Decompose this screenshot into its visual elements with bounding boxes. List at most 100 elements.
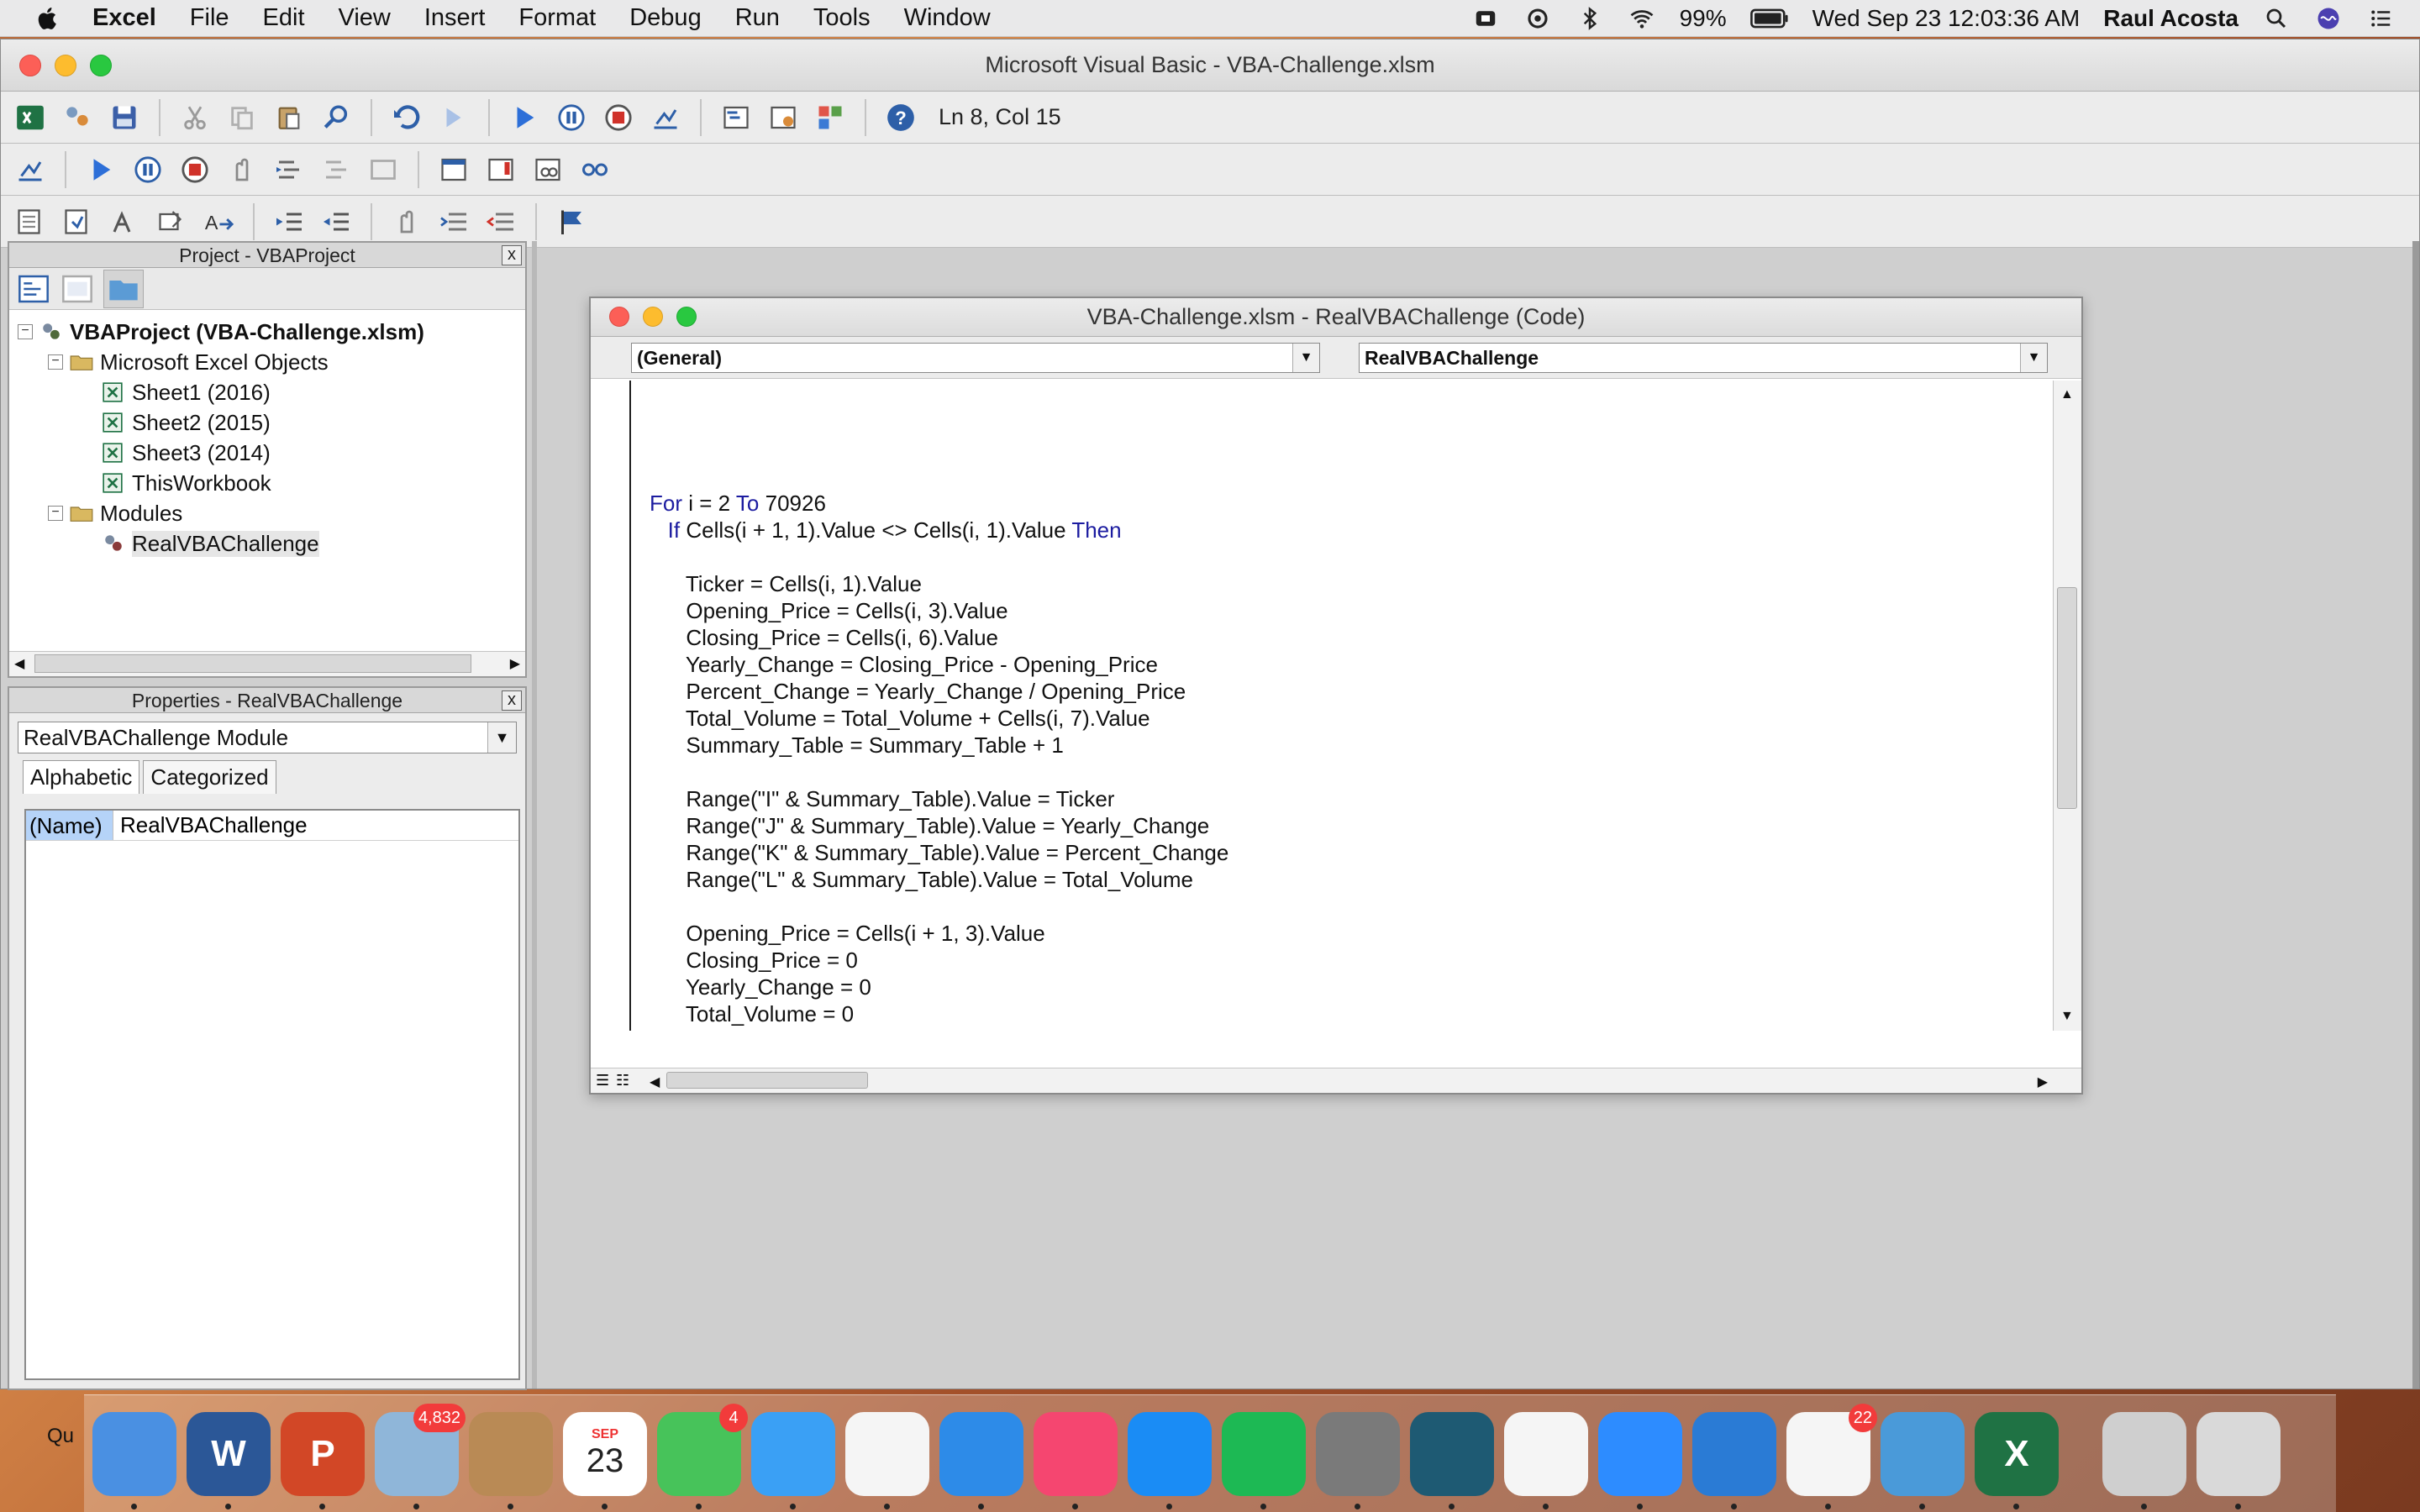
dock-messages-icon[interactable]	[751, 1411, 835, 1509]
menu-excel[interactable]: Excel	[92, 4, 156, 32]
code-text[interactable]: For i = 2 To 70926 If Cells(i + 1, 1).Va…	[650, 490, 1228, 1027]
menu-edit[interactable]: Edit	[263, 4, 305, 32]
minimize-code-window-button[interactable]	[643, 307, 663, 327]
notification-center-icon[interactable]	[2366, 6, 2395, 31]
run-icon[interactable]	[507, 100, 542, 135]
dock-word-icon[interactable]: W	[187, 1411, 271, 1509]
code-line[interactable]: Closing_Price = Cells(i, 6).Value	[650, 624, 1228, 651]
list-properties-icon[interactable]	[13, 204, 48, 239]
dock-zoom-icon[interactable]	[1598, 1411, 1682, 1509]
toggle-breakpoint-icon[interactable]	[224, 152, 260, 187]
properties-window-icon[interactable]	[765, 100, 801, 135]
sync-icon[interactable]	[1523, 6, 1552, 31]
run-icon[interactable]	[83, 152, 118, 187]
code-line[interactable]: Range("J" & Summary_Table).Value = Yearl…	[650, 812, 1228, 839]
toggle-folders-icon[interactable]	[103, 269, 144, 308]
wifi-icon[interactable]	[1628, 6, 1656, 31]
break-icon[interactable]	[130, 152, 166, 187]
code-line[interactable]: Range("K" & Summary_Table).Value = Perce…	[650, 839, 1228, 866]
scroll-left-arrow[interactable]: ◀	[14, 655, 24, 672]
bluetooth-icon[interactable]	[1576, 6, 1604, 31]
view-code-icon[interactable]	[16, 271, 51, 307]
user-name[interactable]: Raul Acosta	[2103, 5, 2238, 32]
spotlight-search-icon[interactable]	[2262, 6, 2291, 31]
dock-app-store-icon[interactable]	[1128, 1411, 1212, 1509]
tree-item-sheet2[interactable]: Sheet2 (2015)	[18, 407, 525, 438]
locals-window-icon[interactable]	[436, 152, 471, 187]
tab-categorized[interactable]: Categorized	[143, 760, 276, 794]
redo-icon[interactable]	[436, 100, 471, 135]
clock[interactable]: Wed Sep 23 12:03:36 AM	[1812, 5, 2081, 32]
scroll-up-arrow[interactable]: ▲	[2060, 387, 2074, 402]
code-line[interactable]: Yearly_Change = Closing_Price - Opening_…	[650, 651, 1228, 678]
minimize-window-button[interactable]	[55, 55, 76, 76]
code-line[interactable]	[650, 893, 1228, 920]
tab-alphabetic[interactable]: Alphabetic	[23, 760, 140, 794]
close-properties-pane-button[interactable]: x	[502, 690, 522, 711]
menu-run[interactable]: Run	[735, 4, 780, 32]
tree-item-modules[interactable]: − Modules	[18, 498, 525, 528]
menu-window[interactable]: Window	[904, 4, 991, 32]
code-line[interactable]: Yearly_Change = 0	[650, 974, 1228, 1000]
dock-excel-icon[interactable]: X	[1975, 1411, 2059, 1509]
design-mode-icon[interactable]	[13, 152, 48, 187]
paste-icon[interactable]	[271, 100, 307, 135]
apple-menu-icon[interactable]	[34, 4, 62, 33]
code-line[interactable]: Total_Volume = 0	[650, 1000, 1228, 1027]
tree-item-excel-objects[interactable]: − Microsoft Excel Objects	[18, 347, 525, 377]
menu-view[interactable]: View	[339, 4, 391, 32]
code-line[interactable]: Ticker = Cells(i, 1).Value	[650, 570, 1228, 597]
dock-slack-icon[interactable]: 22	[1786, 1403, 1877, 1509]
tree-item-realvbachallenge[interactable]: RealVBAChallenge	[18, 528, 525, 559]
code-line[interactable]	[650, 759, 1228, 785]
dock-chrome-icon[interactable]	[1504, 1411, 1588, 1509]
cut-icon[interactable]	[177, 100, 213, 135]
toggle-breakpoint-icon[interactable]	[389, 204, 424, 239]
dock-calendar-icon[interactable]: SEP 23	[563, 1411, 647, 1509]
code-line[interactable]	[650, 543, 1228, 570]
battery-icon[interactable]	[1749, 6, 1789, 31]
reset-icon[interactable]	[601, 100, 636, 135]
tree-item-sheet1[interactable]: Sheet1 (2016)	[18, 377, 525, 407]
dock-photos-icon[interactable]	[845, 1411, 929, 1509]
step-over-icon[interactable]	[318, 152, 354, 187]
list-constants-icon[interactable]	[60, 204, 95, 239]
step-into-icon[interactable]	[271, 152, 307, 187]
menu-insert[interactable]: Insert	[424, 4, 486, 32]
zoom-code-window-button[interactable]	[676, 307, 697, 327]
code-line[interactable]: Range("L" & Summary_Table).Value = Total…	[650, 866, 1228, 893]
procedure-view-icon[interactable]: ☰	[596, 1072, 609, 1089]
undo-icon[interactable]	[389, 100, 424, 135]
complete-word-icon[interactable]: A	[201, 204, 236, 239]
code-line[interactable]: Percent_Change = Yearly_Change / Opening…	[650, 678, 1228, 705]
dock-vscode-icon[interactable]	[1692, 1411, 1776, 1509]
object-combo[interactable]: (General) ▼	[631, 342, 1320, 373]
code-vscroll-thumb[interactable]	[2057, 587, 2077, 809]
menu-tools[interactable]: Tools	[813, 4, 871, 32]
watch-window-icon[interactable]	[530, 152, 566, 187]
menu-file[interactable]: File	[190, 4, 229, 32]
dock-trash-icon[interactable]	[2196, 1411, 2281, 1509]
menu-debug[interactable]: Debug	[629, 4, 701, 32]
indent-icon[interactable]	[271, 204, 307, 239]
tree-item-sheet3[interactable]: Sheet3 (2014)	[18, 438, 525, 468]
project-explorer-icon[interactable]	[718, 100, 754, 135]
scroll-right-arrow[interactable]: ▶	[510, 655, 520, 672]
dock-powerpoint-icon[interactable]: P	[281, 1411, 365, 1509]
parameter-info-icon[interactable]	[154, 204, 189, 239]
scroll-left-arrow[interactable]: ◀	[650, 1074, 660, 1090]
dock-music-icon[interactable]	[1034, 1411, 1118, 1509]
dock-facetime-icon[interactable]: 4	[657, 1403, 748, 1509]
code-hscroll-thumb[interactable]	[666, 1072, 868, 1089]
siri-icon[interactable]	[2314, 6, 2343, 31]
code-line[interactable]: Range("I" & Summary_Table).Value = Ticke…	[650, 785, 1228, 812]
code-editor[interactable]: For i = 2 To 70926 If Cells(i + 1, 1).Va…	[591, 381, 2053, 1031]
dock-downloads-stack-icon[interactable]	[2102, 1411, 2186, 1509]
property-value[interactable]: RealVBAChallenge	[113, 812, 308, 838]
code-line[interactable]: Summary_Table = Summary_Table + 1	[650, 732, 1228, 759]
quick-info-icon[interactable]	[107, 204, 142, 239]
project-hscrollbar[interactable]: ◀ ▶	[9, 651, 525, 676]
code-line[interactable]: Closing_Price = 0	[650, 947, 1228, 974]
design-mode-icon[interactable]	[648, 100, 683, 135]
code-line[interactable]: Total_Volume = Total_Volume + Cells(i, 7…	[650, 705, 1228, 732]
